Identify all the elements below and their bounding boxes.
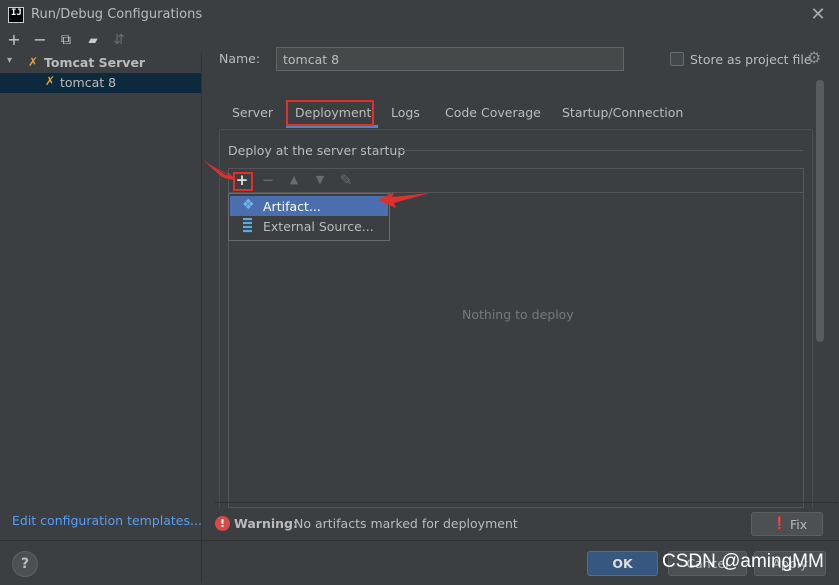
folder-add-icon[interactable]: ▰ bbox=[84, 31, 102, 49]
name-field[interactable] bbox=[276, 47, 624, 71]
close-icon[interactable]: ✕ bbox=[806, 3, 830, 27]
section-divider bbox=[398, 150, 803, 151]
artifact-icon: ❖ bbox=[242, 197, 255, 213]
empty-list-text: Nothing to deploy bbox=[462, 307, 574, 322]
app-logo-icon: IJ bbox=[8, 7, 24, 23]
sort-icon[interactable]: ⇵ bbox=[110, 31, 128, 49]
warning-divider bbox=[214, 502, 838, 503]
remove-icon[interactable]: − bbox=[260, 172, 276, 188]
annotation-arrow bbox=[378, 192, 430, 208]
edit-templates-link[interactable]: Edit configuration templates... bbox=[12, 513, 202, 528]
error-icon: ! bbox=[215, 516, 230, 531]
tab-logs[interactable]: Logs bbox=[391, 105, 420, 120]
menu-item-label: Artifact... bbox=[263, 199, 321, 214]
ok-button[interactable]: OK bbox=[587, 551, 658, 576]
chevron-down-icon[interactable]: ▾ bbox=[7, 55, 12, 66]
edit-icon[interactable]: ✎ bbox=[338, 172, 354, 188]
tree-item-label: tomcat 8 bbox=[60, 75, 117, 90]
tab-server[interactable]: Server bbox=[232, 105, 273, 120]
help-button[interactable]: ? bbox=[12, 551, 38, 577]
remove-icon[interactable]: − bbox=[31, 31, 49, 49]
window-title: Run/Debug Configurations bbox=[31, 7, 203, 22]
menu-item-artifact[interactable]: ❖ Artifact... bbox=[230, 196, 388, 216]
menu-item-external-source[interactable]: External Source... bbox=[230, 216, 388, 236]
gear-icon[interactable]: ⚙ bbox=[807, 48, 821, 67]
tab-code-coverage[interactable]: Code Coverage bbox=[445, 105, 541, 120]
deploy-section-title: Deploy at the server startup bbox=[228, 143, 406, 158]
scrollbar[interactable] bbox=[816, 80, 824, 342]
tab-startup-connection[interactable]: Startup/Connection bbox=[562, 105, 683, 120]
config-tree-panel bbox=[0, 52, 202, 582]
error-icon: ❗ bbox=[772, 516, 787, 530]
tree-item-tomcat-8[interactable]: ✗ tomcat 8 bbox=[0, 73, 201, 93]
name-label: Name: bbox=[219, 51, 261, 66]
warning-message: No artifacts marked for deployment bbox=[294, 516, 518, 531]
tomcat-icon: ✗ bbox=[45, 74, 56, 88]
annotation-highlight-box bbox=[286, 100, 374, 126]
tomcat-icon: ✗ bbox=[28, 55, 39, 69]
fix-button-label: Fix bbox=[790, 517, 808, 532]
watermark: CSDN @amingMM bbox=[662, 551, 824, 572]
move-down-icon[interactable]: ▼ bbox=[312, 172, 328, 188]
store-as-project-file-label[interactable]: Store as project file bbox=[690, 52, 812, 67]
external-source-icon bbox=[243, 218, 252, 233]
add-icon[interactable]: + bbox=[5, 31, 23, 49]
move-up-icon[interactable]: ▲ bbox=[286, 172, 302, 188]
fix-button[interactable]: ❗ Fix bbox=[751, 512, 823, 536]
footer-divider bbox=[0, 540, 839, 541]
copy-icon[interactable]: ⧉ bbox=[57, 31, 75, 49]
tree-group-label: Tomcat Server bbox=[44, 55, 146, 70]
store-as-project-file-checkbox[interactable] bbox=[670, 52, 684, 66]
annotation-arrow bbox=[203, 160, 236, 180]
tree-group-tomcat-server[interactable]: ▾ ✗ Tomcat Server bbox=[0, 53, 201, 73]
warning-label: Warning: bbox=[234, 516, 298, 531]
menu-item-label: External Source... bbox=[263, 219, 374, 234]
